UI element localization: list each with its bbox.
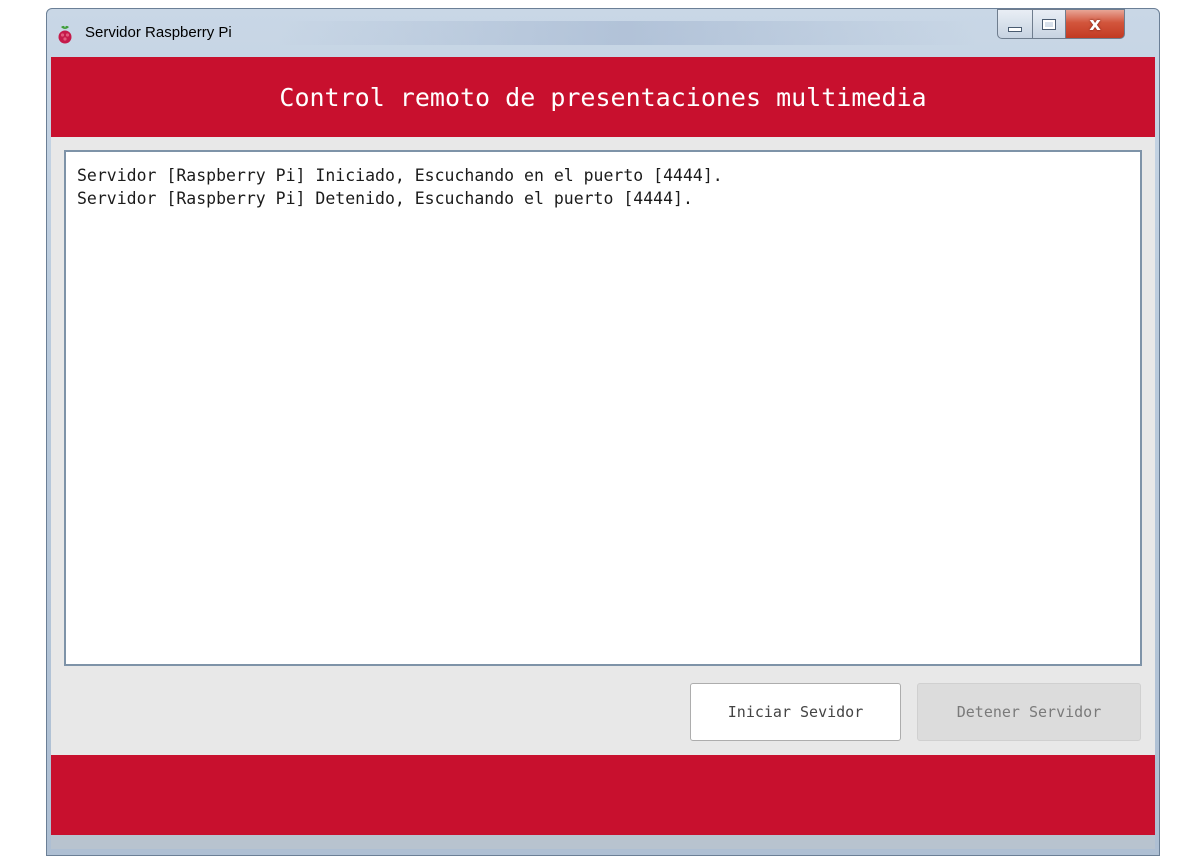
start-server-button[interactable]: Iniciar Sevidor: [690, 683, 901, 741]
stop-server-button[interactable]: Detener Servidor: [917, 683, 1141, 741]
client-area: Control remoto de presentaciones multime…: [51, 57, 1155, 849]
title-bar-background: [277, 21, 977, 45]
title-bar[interactable]: Servidor Raspberry Pi x: [47, 9, 1159, 57]
footer-banner: [51, 755, 1155, 835]
log-textarea[interactable]: Servidor [Raspberry Pi] Iniciado, Escuch…: [64, 150, 1142, 666]
header-title: Control remoto de presentaciones multime…: [279, 82, 927, 112]
close-icon: x: [1089, 13, 1101, 35]
log-line: Servidor [Raspberry Pi] Detenido, Escuch…: [77, 189, 693, 208]
window-title: Servidor Raspberry Pi: [85, 24, 232, 41]
header-banner: Control remoto de presentaciones multime…: [51, 57, 1155, 137]
log-line: Servidor [Raspberry Pi] Iniciado, Escuch…: [77, 166, 723, 185]
window-bottom-border: [51, 835, 1155, 849]
app-window: Servidor Raspberry Pi x Control remoto d…: [46, 8, 1160, 856]
maximize-icon: [1042, 18, 1056, 30]
minimize-icon: [1008, 26, 1022, 32]
maximize-button[interactable]: [1032, 9, 1066, 39]
close-button[interactable]: x: [1065, 9, 1125, 39]
minimize-button[interactable]: [997, 9, 1033, 39]
raspberry-pi-icon: [55, 23, 75, 45]
